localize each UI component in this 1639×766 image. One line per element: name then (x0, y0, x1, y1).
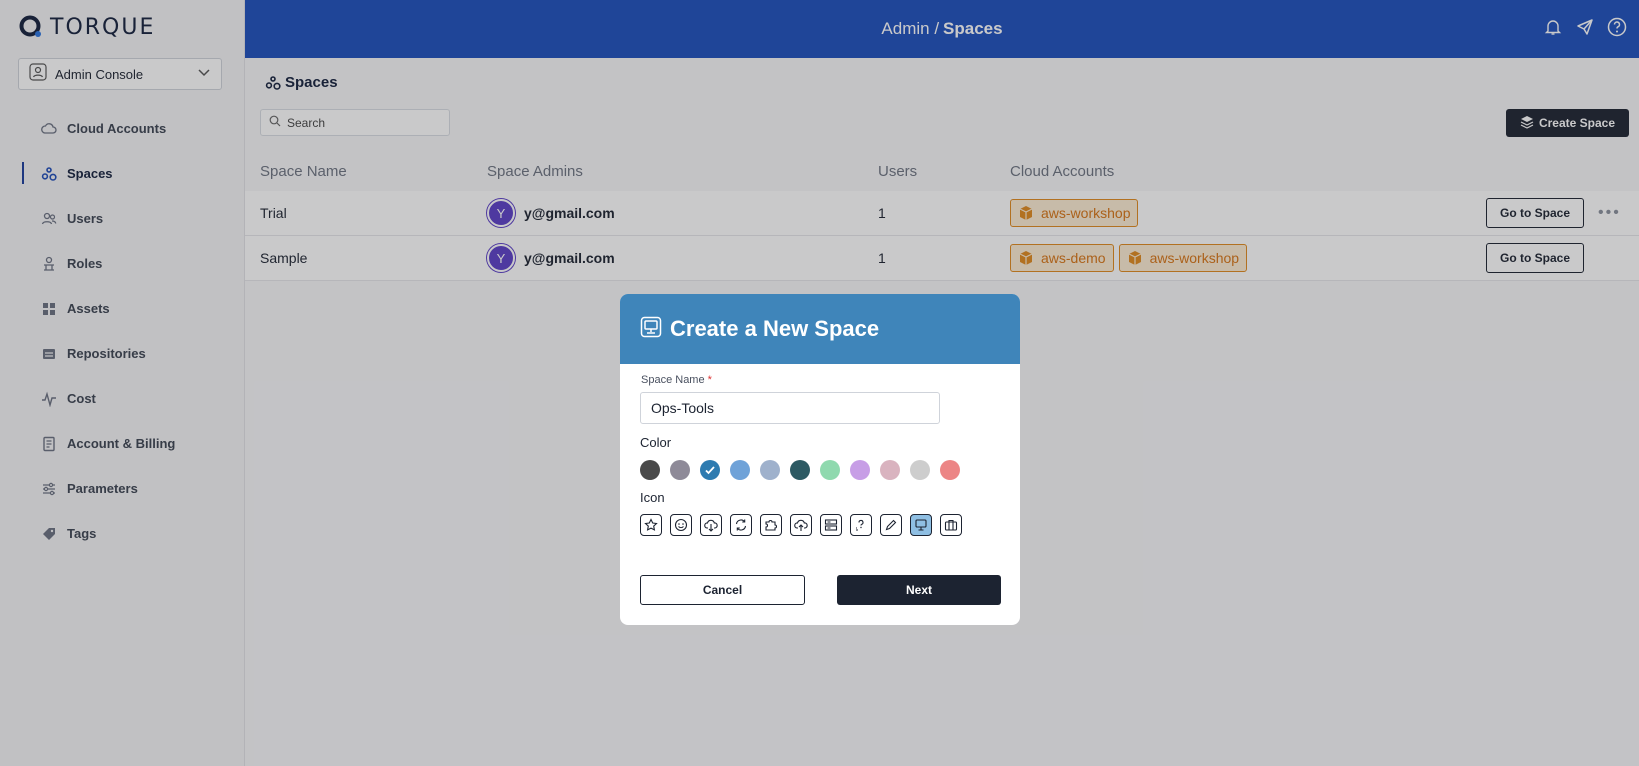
terminal-icon[interactable] (850, 514, 872, 536)
face-icon[interactable] (670, 514, 692, 536)
refresh-icon[interactable] (730, 514, 752, 536)
next-button[interactable]: Next (837, 575, 1001, 605)
color-swatches (640, 460, 960, 480)
dialog-header: Create a New Space (620, 294, 1020, 364)
cloud-download-icon[interactable] (700, 514, 722, 536)
puzzle-icon[interactable] (760, 514, 782, 536)
dialog-title: Create a New Space (670, 316, 880, 341)
color-swatch[interactable] (880, 460, 900, 480)
color-swatch[interactable] (820, 460, 840, 480)
monitor-icon (640, 316, 662, 343)
color-swatch[interactable] (640, 460, 660, 480)
space-name-label-text: Space Name (641, 374, 705, 386)
icon-options (640, 514, 962, 536)
space-name-label: Space Name * (641, 374, 712, 386)
color-swatch[interactable] (730, 460, 750, 480)
color-swatch[interactable] (700, 460, 720, 480)
color-swatch[interactable] (670, 460, 690, 480)
cloud-upload-icon[interactable] (790, 514, 812, 536)
star-icon[interactable] (640, 514, 662, 536)
create-space-dialog: Create a New Space Space Name * Color Ic… (620, 294, 1020, 625)
icon-label: Icon (640, 490, 665, 505)
color-swatch[interactable] (910, 460, 930, 480)
briefcase-icon[interactable] (940, 514, 962, 536)
color-label: Color (640, 435, 672, 450)
required-mark: * (707, 374, 712, 386)
server-icon[interactable] (820, 514, 842, 536)
monitor-icon[interactable] (910, 514, 932, 536)
color-swatch[interactable] (940, 460, 960, 480)
checkmark-icon (705, 466, 715, 475)
pencil-icon[interactable] (880, 514, 902, 536)
color-swatch[interactable] (850, 460, 870, 480)
color-swatch[interactable] (760, 460, 780, 480)
space-name-input[interactable] (640, 392, 940, 424)
cancel-button[interactable]: Cancel (640, 575, 805, 605)
color-swatch[interactable] (790, 460, 810, 480)
